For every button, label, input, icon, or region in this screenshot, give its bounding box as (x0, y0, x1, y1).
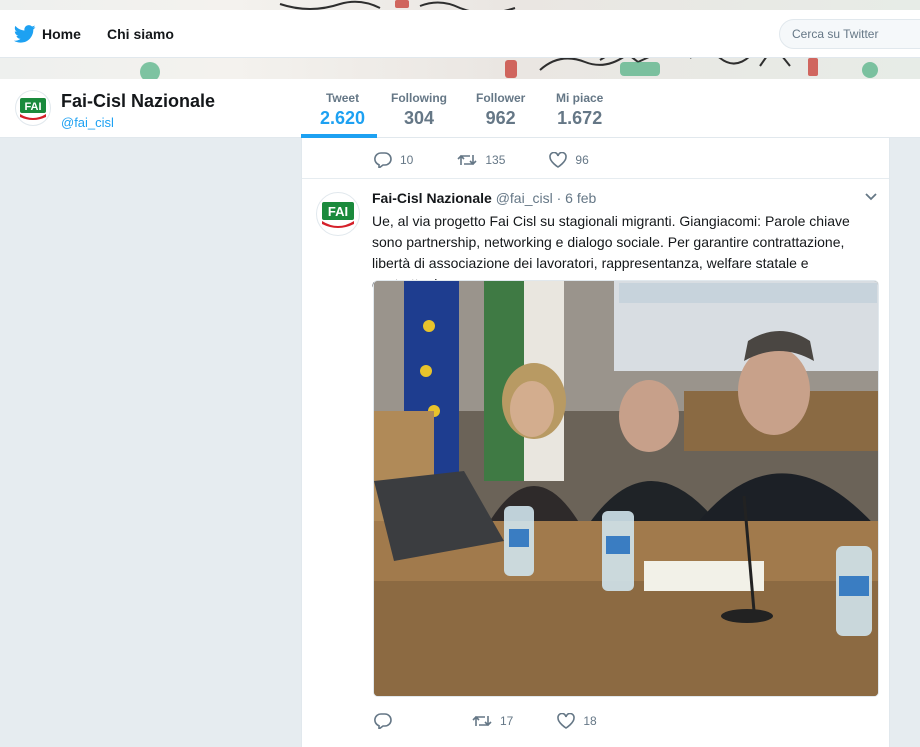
stat-tweet[interactable]: Tweet 2.620 (320, 91, 365, 129)
reply-button[interactable] (374, 713, 400, 729)
timeline: 10 135 96 FAI Fai-Cisl Nazionale @fai_ci… (301, 138, 890, 747)
like-button[interactable]: 96 (549, 152, 589, 168)
tweet-header: Fai-Cisl Nazionale @fai_cisl · 6 feb (372, 190, 596, 206)
like-count: 18 (583, 714, 597, 728)
stat-mi-piace-label: Mi piace (556, 91, 604, 105)
reply-icon (374, 152, 392, 168)
reply-count: 10 (400, 153, 414, 167)
conference-photo (374, 281, 878, 696)
like-button[interactable]: 18 (557, 713, 597, 729)
chevron-down-icon[interactable] (864, 192, 878, 202)
retweet-button[interactable]: 135 (457, 152, 505, 168)
tweet-photo[interactable] (373, 280, 879, 697)
like-icon (557, 713, 576, 729)
like-count: 96 (575, 153, 589, 167)
tweet-divider (302, 178, 889, 179)
tweet-author-handle[interactable]: @fai_cisl (496, 190, 553, 206)
stat-following[interactable]: Following 304 (391, 91, 447, 129)
tweet-avatar-logo-text: FAI (328, 204, 348, 219)
stat-tweet-label: Tweet (325, 91, 360, 105)
retweet-icon (457, 154, 477, 166)
search-placeholder: Cerca su Twitter (792, 27, 879, 41)
reply-button[interactable]: 10 (374, 152, 413, 168)
stat-mi-piace-value: 1.672 (557, 108, 603, 128)
stat-following-label: Following (391, 91, 447, 105)
retweet-count: 17 (500, 714, 514, 728)
avatar-logo-text: FAI (24, 101, 41, 113)
tweet-date[interactable]: · 6 feb (557, 190, 597, 206)
tweet-author-name[interactable]: Fai-Cisl Nazionale (372, 190, 492, 206)
top-navigation: Home Chi siamo Cerca su Twitter (0, 10, 920, 58)
retweet-count: 135 (485, 153, 506, 167)
nav-home-label: Home (42, 26, 81, 42)
tweet-avatar[interactable]: FAI (316, 192, 360, 236)
profile-handle[interactable]: @fai_cisl (61, 115, 114, 130)
profile-bar: FAI Fai-Cisl Nazionale @fai_cisl Tweet 2… (0, 79, 920, 138)
nav-home[interactable]: Home (14, 10, 81, 58)
stat-follower[interactable]: Follower 962 (476, 91, 525, 129)
profile-avatar[interactable]: FAI (15, 90, 51, 126)
like-icon (549, 152, 568, 168)
profile-name[interactable]: Fai-Cisl Nazionale (61, 91, 215, 112)
retweet-icon (472, 715, 492, 727)
retweet-button[interactable]: 17 (472, 713, 513, 729)
stat-tweet-value: 2.620 (320, 108, 366, 128)
stat-following-value: 304 (403, 108, 435, 128)
stat-follower-value: 962 (485, 108, 516, 128)
nav-chi-siamo[interactable]: Chi siamo (107, 10, 174, 58)
stat-follower-label: Follower (476, 91, 526, 105)
stat-mi-piace[interactable]: Mi piace 1.672 (556, 91, 603, 129)
search-input[interactable]: Cerca su Twitter (779, 19, 920, 49)
tweet-actions: 17 18 (374, 713, 641, 729)
reply-icon (374, 713, 392, 729)
prev-tweet-actions: 10 135 96 (374, 152, 633, 168)
twitter-bird-icon (14, 25, 36, 43)
